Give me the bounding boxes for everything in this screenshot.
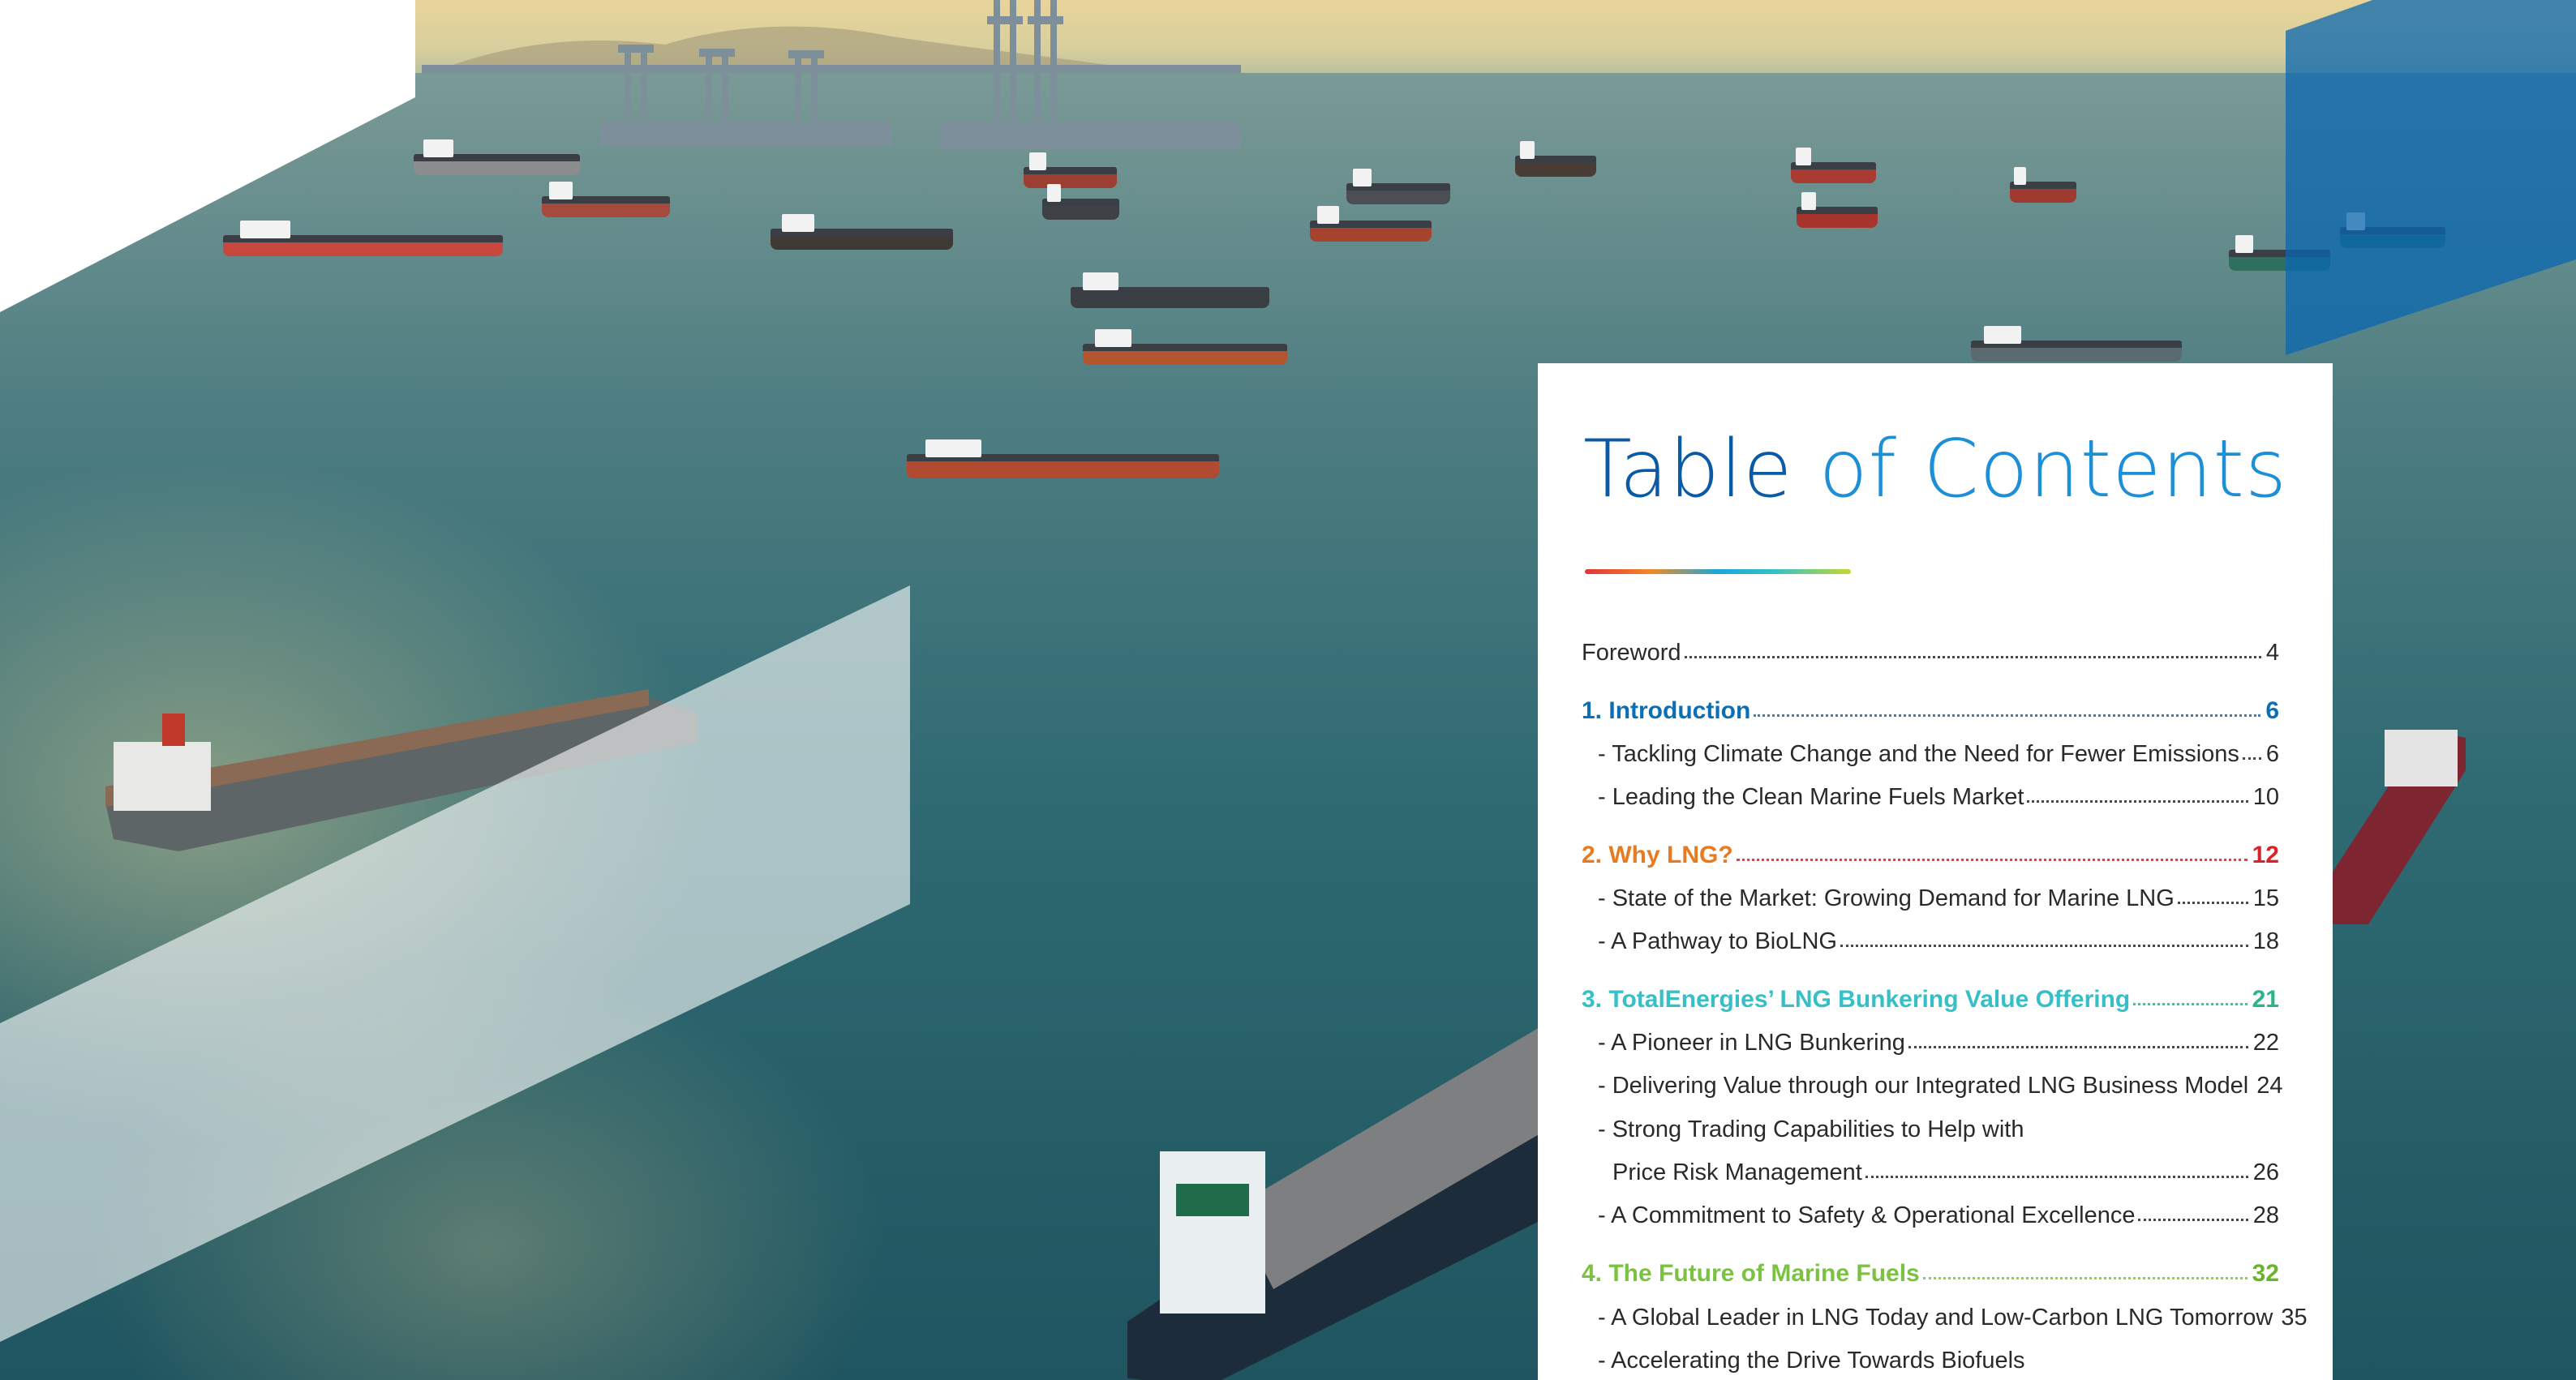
toc-entry[interactable]: - A Commitment to Safety & Operational E…	[1598, 1190, 2279, 1229]
toc-entry[interactable]: - Leading the Clean Marine Fuels Market …	[1598, 772, 2279, 811]
toc-entry-page: 24	[2256, 1073, 2283, 1099]
toc-section-page: 21	[2252, 986, 2279, 1013]
toc-entry-label: - Leading the Clean Marine Fuels Market	[1598, 784, 2024, 810]
toc-entry[interactable]: - Accelerating the Drive Towards Biofuel…	[1598, 1335, 2279, 1374]
toc-title: Table of Contents	[1583, 423, 2287, 516]
toc-section-page: 12	[2252, 842, 2279, 868]
toc-entry-foreword[interactable]: Foreword 4	[1582, 628, 2279, 666]
toc-section-label: 4. The Future of Marine Fuels	[1582, 1260, 1920, 1287]
dot-leader	[1684, 656, 2261, 658]
toc-entry-page: 6	[2265, 741, 2279, 767]
dot-leader	[1754, 714, 2261, 717]
toc-entry-label: - Accelerating the Drive Towards Biofuel…	[1598, 1348, 2025, 1374]
toc-entry-page: 15	[2252, 885, 2279, 911]
tanker-right	[2320, 730, 2466, 924]
toc-section-label: 1. Introduction	[1582, 697, 1751, 724]
toc-entry-label: - Tackling Climate Change and the Need f…	[1598, 741, 2239, 767]
toc-entry-continuation[interactable]: Price Risk Management 26	[1612, 1147, 2279, 1186]
dot-leader	[1840, 945, 2248, 947]
dot-leader	[2242, 757, 2261, 760]
rainbow-divider	[1585, 569, 1851, 574]
toc-entry-page: 28	[2252, 1202, 2279, 1228]
dot-leader	[2177, 902, 2248, 904]
dot-leader	[2027, 800, 2248, 803]
toc-title-part2: of Contents	[1818, 423, 2287, 516]
toc-section-page: 6	[2265, 697, 2279, 724]
toc-entry-page: 22	[2252, 1030, 2279, 1056]
ship	[907, 439, 1219, 478]
toc-section-label: 3. TotalEnergies’ LNG Bunkering Value Of…	[1582, 986, 2131, 1013]
toc-entry-page: 18	[2252, 928, 2279, 954]
toc-entry[interactable]: - A Global Leader in LNG Today and Low-C…	[1598, 1292, 2308, 1331]
toc-entry-label: - Strong Trading Capabilities to Help wi…	[1598, 1116, 2024, 1142]
toc-section-why-lng[interactable]: 2. Why LNG? 12	[1582, 830, 2279, 869]
toc-entry-label: - A Global Leader in LNG Today and Low-C…	[1598, 1305, 2273, 1331]
toc-section-future-marine-fuels[interactable]: 4. The Future of Marine Fuels 32	[1582, 1249, 2279, 1288]
toc-entry-page: 4	[2265, 640, 2279, 666]
toc-section-label: 2. Why LNG?	[1582, 842, 1733, 868]
toc-entry-label: - A Pioneer in LNG Bunkering	[1598, 1030, 1905, 1056]
toc-entry-page: 10	[2252, 784, 2279, 810]
toc-entry[interactable]: - A Pathway to BioLNG 18	[1598, 916, 2279, 955]
toc-entry-page: 26	[2252, 1159, 2279, 1185]
toc-entry-label: Foreword	[1582, 640, 1681, 666]
dot-leader	[2138, 1219, 2248, 1221]
toc-entry[interactable]: - Strong Trading Capabilities to Help wi…	[1598, 1104, 2279, 1143]
blue-corner-shape	[2286, 0, 2576, 355]
toc-entry-label: - A Pathway to BioLNG	[1598, 928, 1837, 954]
dot-leader	[1908, 1046, 2248, 1048]
toc-panel: Table of Contents Foreword 4 1. Introduc…	[1538, 363, 2333, 1380]
toc-entry-label: Price Risk Management	[1612, 1159, 1862, 1185]
dot-leader	[1736, 859, 2248, 861]
toc-entry-label: - A Commitment to Safety & Operational E…	[1598, 1202, 2136, 1228]
toc-entry-label: - Delivering Value through our Integrate…	[1598, 1073, 2249, 1099]
dot-leader	[2133, 1003, 2248, 1005]
toc-entry[interactable]: - A Pioneer in LNG Bunkering 22	[1598, 1018, 2279, 1056]
toc-section-value-offering[interactable]: 3. TotalEnergies’ LNG Bunkering Value Of…	[1582, 975, 2279, 1014]
dot-leader	[1865, 1176, 2248, 1178]
tanker-bottom	[1127, 1022, 1565, 1380]
toc-entry[interactable]: - Tackling Climate Change and the Need f…	[1598, 729, 2279, 768]
toc-entry[interactable]: - State of the Market: Growing Demand fo…	[1598, 873, 2279, 912]
toc-entry-label: - State of the Market: Growing Demand fo…	[1598, 885, 2175, 911]
toc-title-part1: Table	[1583, 423, 1793, 516]
toc-section-introduction[interactable]: 1. Introduction 6	[1582, 686, 2279, 725]
dot-leader	[1922, 1277, 2248, 1279]
toc-entry-page: 35	[2281, 1305, 2308, 1331]
toc-section-page: 32	[2252, 1260, 2279, 1287]
toc-entry[interactable]: - Delivering Value through our Integrate…	[1598, 1061, 2283, 1099]
